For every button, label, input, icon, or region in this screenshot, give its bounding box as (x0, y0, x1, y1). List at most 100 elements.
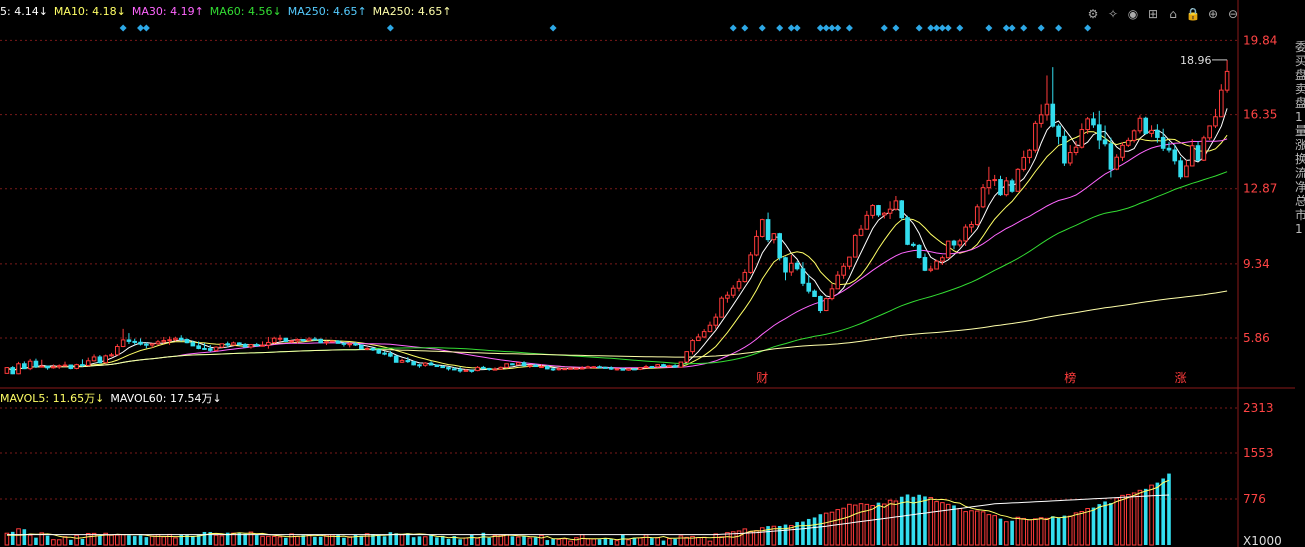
zoom-out-icon[interactable]: ⊖ (1224, 5, 1242, 23)
volume-bar (1067, 515, 1073, 546)
side-tab-char[interactable]: 买 (1295, 54, 1305, 68)
volume-bar (1091, 507, 1096, 545)
price-axis-label: 5.86 (1243, 331, 1270, 345)
volume-bar (841, 507, 846, 546)
candle-body (672, 365, 678, 368)
ma-line-ma5 (6, 108, 1228, 372)
candle-body (1096, 124, 1102, 141)
candle-body (1137, 117, 1143, 132)
volume-bar (56, 539, 62, 546)
side-tab-char[interactable]: 市 (1295, 208, 1305, 222)
volume-bar (364, 533, 370, 546)
side-tab-char[interactable]: 总 (1295, 194, 1305, 208)
volume-axis-label: X1000 (1243, 534, 1282, 547)
volume-bar (621, 534, 625, 545)
lock-icon[interactable]: 🔒 (1184, 5, 1202, 23)
candle-body (260, 344, 265, 347)
side-tab-char[interactable]: 净 (1295, 180, 1305, 194)
candle-body (986, 179, 992, 189)
side-tab-char[interactable]: 量 (1295, 124, 1305, 138)
volume-bar (463, 537, 469, 546)
volume-bar (1114, 497, 1119, 546)
candle-body (388, 353, 393, 357)
side-tab-char[interactable]: 1 (1295, 110, 1305, 124)
volume-bar (1073, 512, 1079, 546)
side-tab-char[interactable]: 流 (1295, 166, 1305, 180)
signal-diamond (1037, 24, 1045, 32)
volume-bar (213, 534, 219, 546)
ma-line-ma10 (6, 131, 1228, 372)
volume-bar (614, 540, 620, 546)
side-tab-char[interactable]: 委 (1295, 40, 1305, 54)
side-tab-char[interactable]: 涨 (1295, 138, 1305, 152)
volume-bar (568, 540, 573, 546)
candle-body (579, 367, 585, 370)
volume-bar (127, 535, 131, 545)
candle-body (126, 339, 132, 342)
candle-body (149, 343, 155, 346)
settings-icon[interactable]: ✧ (1104, 5, 1122, 23)
candle-body (562, 368, 568, 371)
side-tab-char[interactable]: 盘 (1295, 96, 1305, 110)
copy-icon[interactable]: ⌂ (1164, 5, 1182, 23)
candle-body (475, 366, 480, 372)
volume-bar (85, 533, 91, 546)
candle-body (329, 340, 335, 343)
signal-diamond (758, 24, 766, 32)
side-panel-tabs[interactable]: 委买盘卖盘1量涨换流净总市1 (1295, 40, 1305, 540)
volume-bar (1097, 504, 1102, 545)
side-tab-char[interactable]: 换 (1295, 152, 1305, 166)
volume-bar (678, 535, 684, 546)
candlestick-series[interactable] (4, 59, 1230, 375)
candle-body (847, 256, 852, 267)
candle-body (1143, 117, 1149, 134)
volume-legend-arrow: ↓ (212, 392, 222, 405)
volume-bar (713, 533, 719, 546)
candle-body (45, 365, 50, 369)
stock-chart[interactable]: 财榜涨 19.8416.3512.879.345.86 18.96 231315… (0, 0, 1305, 547)
volume-bar (1044, 517, 1050, 546)
event-marker: 涨 (1175, 370, 1187, 385)
candle-body (74, 364, 79, 369)
side-tab-char[interactable]: 1 (1295, 222, 1305, 236)
zoom-in-icon[interactable]: ⊕ (1204, 5, 1222, 23)
side-tab-char[interactable]: 盘 (1295, 68, 1305, 82)
candle-body (1033, 122, 1038, 151)
candle-body (597, 366, 602, 369)
volume-bar (887, 499, 893, 546)
candle-body (370, 347, 376, 351)
eye-icon[interactable]: ◉ (1124, 5, 1142, 23)
candle-body (167, 339, 172, 342)
volume-bar (719, 536, 724, 546)
volume-bar (422, 536, 428, 546)
volume-bar (545, 540, 550, 545)
volume-legend-value: MAVOL60: 17.54万 (110, 392, 213, 405)
volume-bar (533, 537, 538, 545)
candle-body (998, 179, 1003, 196)
trash-icon[interactable]: ⊞ (1144, 5, 1162, 23)
candle-body (178, 337, 184, 340)
candle-body (881, 212, 887, 216)
signal-diamond (880, 24, 888, 32)
side-tab-char[interactable]: 卖 (1295, 82, 1305, 96)
candle-body (1120, 144, 1125, 158)
signal-diamond (892, 24, 900, 32)
volume-bar (1015, 516, 1021, 546)
volume-bar (504, 534, 509, 546)
legend-arrow: ↓ (38, 5, 48, 18)
volume-bar (144, 537, 149, 545)
volume-bar (435, 537, 439, 545)
candle-body (144, 343, 149, 346)
candle-body (1218, 89, 1224, 118)
candle-body (899, 200, 905, 219)
candle-body (818, 295, 823, 312)
candle-body (463, 369, 469, 372)
gear-icon[interactable]: ⚙ (1084, 5, 1102, 23)
candle-body (655, 364, 660, 368)
candle-body (661, 364, 666, 368)
volume-bar (260, 535, 265, 546)
volume-bar (1038, 517, 1044, 546)
candle-body (33, 360, 39, 368)
volume-bar (515, 536, 521, 546)
volume-bar (120, 534, 126, 546)
